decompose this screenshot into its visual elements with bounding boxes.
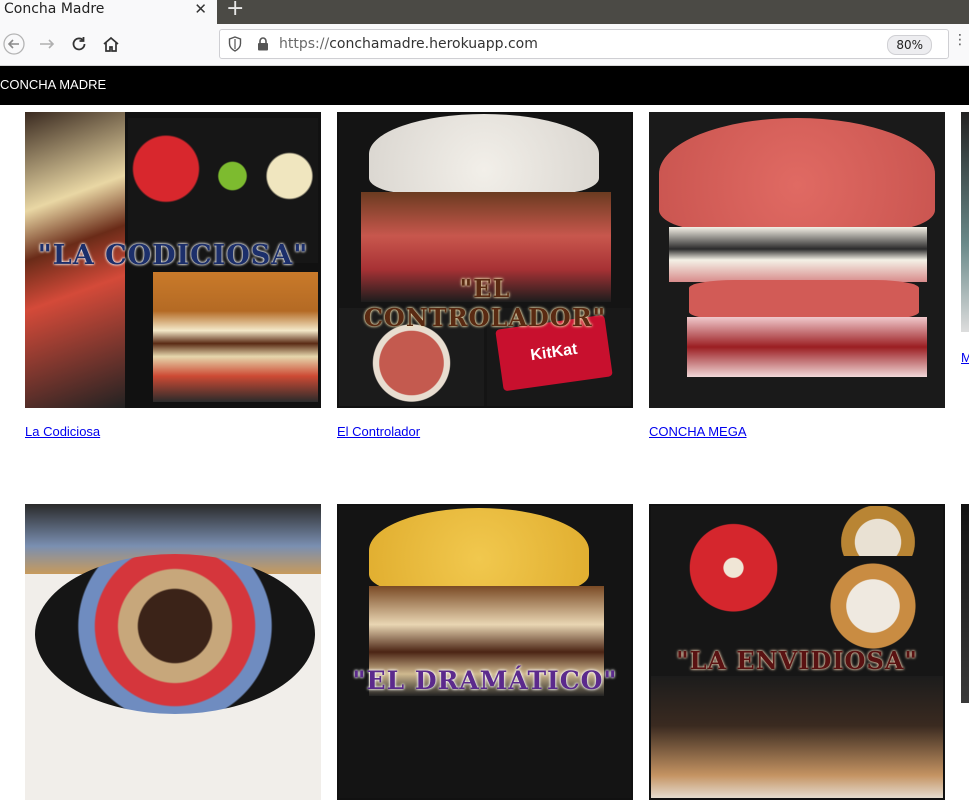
product-image-title: "LA CODICIOSA" [37,240,309,271]
product-link[interactable]: La Codiciosa [25,424,100,439]
home-icon [103,36,119,52]
navigation-bar: https://conchamadre.herokuapp.com 80% ⋮ [0,24,969,66]
product-image-title: "EL DRAMÁTICO" [352,666,618,695]
browser-tab[interactable]: Concha Madre ✕ [0,0,217,24]
product-image[interactable]: "LA ENVIDIOSA" [649,504,945,800]
back-arrow-icon [3,33,25,55]
product-image-title: "LA ENVIDIOSA" [676,646,918,675]
lock-icon[interactable] [257,37,269,51]
forward-arrow-icon [40,39,55,49]
home-button[interactable] [99,32,123,56]
product-link[interactable]: CONCHA MEGA [649,424,747,439]
reload-icon [72,37,86,51]
kitkat-label: KitKat [529,340,579,365]
product-image[interactable]: "LA CODICIOSA" [25,112,321,408]
tab-title: Concha Madre [4,1,105,17]
page-actions-icon[interactable]: ⋮ [953,32,967,48]
product-image[interactable] [649,112,945,408]
product-image-title: "EL CONTROLADOR" [363,274,607,332]
product-image[interactable]: "EL DRAMÁTICO" [337,504,633,800]
product-link[interactable]: El Controlador [337,424,420,439]
zoom-level-badge[interactable]: 80% [887,35,932,55]
tab-strip: Concha Madre ✕ + [0,0,969,24]
product-link[interactable]: M [961,350,969,365]
back-button[interactable] [2,32,26,56]
site-navbar: CONCHA MADRE [0,66,969,105]
product-image[interactable]: KitKat "EL CONTROLADOR" [337,112,633,408]
address-bar[interactable]: https://conchamadre.herokuapp.com 80% [219,29,949,59]
product-image[interactable] [961,504,969,703]
new-tab-icon[interactable]: + [226,0,244,21]
close-tab-icon[interactable]: ✕ [194,1,207,17]
url-text: https://conchamadre.herokuapp.com [279,30,538,58]
shield-icon[interactable] [228,36,242,52]
forward-button[interactable] [35,32,59,56]
site-brand[interactable]: CONCHA MADRE [0,66,106,104]
product-image[interactable] [961,112,969,332]
url-host: conchamadre.herokuapp.com [329,36,538,52]
reload-button[interactable] [67,32,91,56]
product-image[interactable] [25,504,321,800]
url-protocol: https:// [279,36,330,52]
